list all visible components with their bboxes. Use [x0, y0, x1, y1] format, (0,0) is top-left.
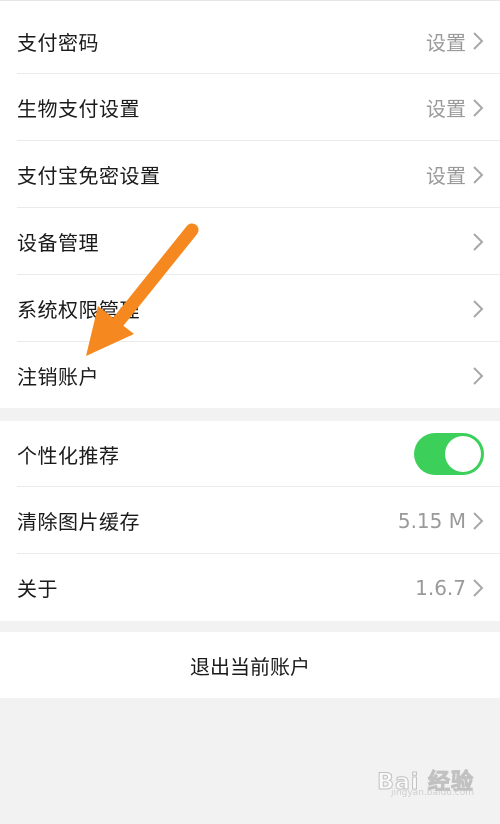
- row-system-permissions[interactable]: 系统权限管理: [0, 275, 500, 342]
- security-settings-group: 支付密码 设置 生物支付设置 设置 支付宝免密设置 设置 设备管理 系统权限管理…: [0, 0, 500, 408]
- row-value: 设置: [426, 97, 466, 121]
- row-label: 个性化推荐: [17, 443, 120, 468]
- row-label: 关于: [17, 577, 58, 601]
- toggle-knob: [445, 436, 481, 472]
- general-settings-group: 个性化推荐 清除图片缓存 5.15 M 关于 1.6.7: [0, 421, 500, 621]
- row-label: 设备管理: [17, 231, 99, 255]
- row-personalized-recommendation: 个性化推荐: [0, 421, 500, 487]
- row-label: 系统权限管理: [17, 298, 140, 322]
- row-payment-password[interactable]: 支付密码 设置: [0, 8, 500, 74]
- row-value: 5.15 M: [397, 508, 466, 533]
- row-clear-image-cache[interactable]: 清除图片缓存 5.15 M: [0, 487, 500, 554]
- row-value: 设置: [426, 164, 466, 188]
- logout-group: 退出当前账户: [0, 632, 500, 698]
- chevron-right-icon: [470, 30, 486, 52]
- row-label: 清除图片缓存: [17, 510, 140, 534]
- chevron-right-icon: [470, 97, 486, 119]
- row-value: 1.6.7: [415, 575, 466, 600]
- row-alipay-password-free[interactable]: 支付宝免密设置 设置: [0, 141, 500, 208]
- watermark-subtext: jingyan.baidu.com: [390, 788, 474, 798]
- row-about[interactable]: 关于 1.6.7: [0, 554, 500, 621]
- row-cancel-account[interactable]: 注销账户: [0, 342, 500, 409]
- settings-page: 支付密码 设置 生物支付设置 设置 支付宝免密设置 设置 设备管理 系统权限管理…: [0, 0, 500, 824]
- row-label: 生物支付设置: [17, 97, 140, 121]
- chevron-right-icon: [470, 164, 486, 186]
- chevron-right-icon: [470, 510, 486, 532]
- row-label: 注销账户: [17, 365, 99, 389]
- chevron-right-icon: [470, 577, 486, 599]
- row-label: 支付宝免密设置: [17, 164, 161, 188]
- row-biometric-payment[interactable]: 生物支付设置 设置: [0, 74, 500, 141]
- row-label: 支付密码: [17, 30, 99, 55]
- chevron-right-icon: [470, 365, 486, 387]
- row-value: 设置: [426, 30, 466, 55]
- baidu-jingyan-watermark: Bai 经验 jingyan.baidu.com: [377, 764, 474, 799]
- chevron-right-icon: [470, 231, 486, 253]
- chevron-right-icon: [470, 298, 486, 320]
- logout-button[interactable]: 退出当前账户: [0, 632, 500, 698]
- personalized-recommendation-toggle[interactable]: [414, 433, 484, 475]
- row-device-management[interactable]: 设备管理: [0, 208, 500, 275]
